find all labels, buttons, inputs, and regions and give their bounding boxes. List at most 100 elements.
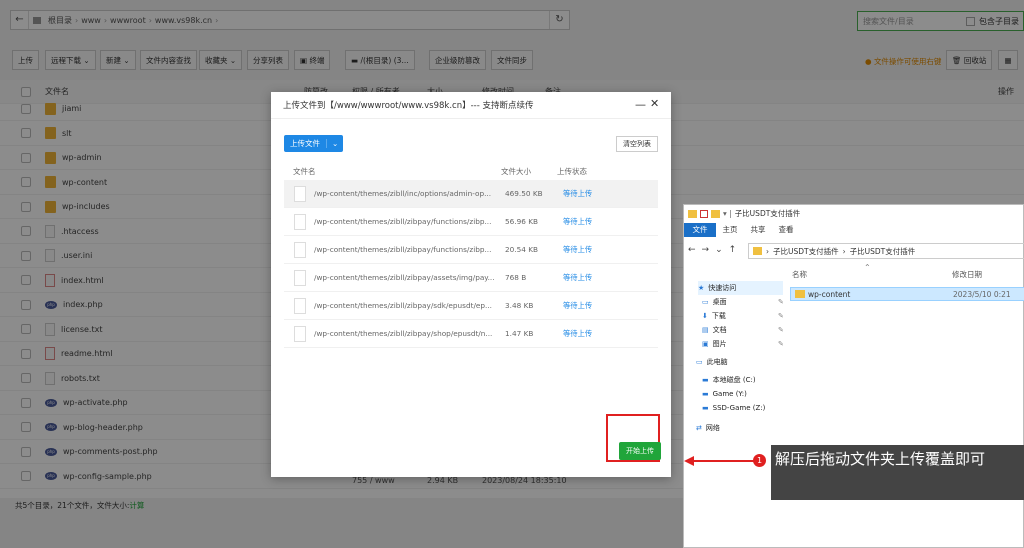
upload-row: /wp-content/themes/zibll/zibpay/function… xyxy=(284,208,658,236)
dialog-title: 上传文件到【/www/wwwroot/www.vs98k.cn】--- 支持断点… xyxy=(283,101,534,111)
tab-home[interactable]: 主页 xyxy=(716,223,744,237)
file-icon xyxy=(294,213,306,230)
upload-path: /wp-content/themes/zibll/zibpay/sdk/epus… xyxy=(314,301,492,310)
col-file-size: 文件大小 xyxy=(501,167,531,176)
nav-label: 下载 xyxy=(711,312,726,320)
download-icon: ⬇ xyxy=(702,312,708,320)
explorer-titlebar: ▾ | 子比USDT支付插件 xyxy=(688,208,800,219)
nav-item[interactable]: ★ 快速访问 xyxy=(698,281,783,295)
nav-item[interactable]: ▤ 文档 ✎ xyxy=(702,323,802,337)
col-explorer-name[interactable]: 名称 xyxy=(792,269,807,280)
upload-status: 等待上传 xyxy=(563,188,593,198)
upload-status: 等待上传 xyxy=(563,216,593,226)
pin-icon: ✎ xyxy=(778,340,784,348)
close-icon[interactable]: ✕ xyxy=(650,97,659,110)
pin-icon: ✎ xyxy=(778,326,784,334)
tab-file[interactable]: 文件 xyxy=(684,223,716,237)
step-badge: 1 xyxy=(753,454,766,467)
upload-row: /wp-content/themes/zibll/zibpay/function… xyxy=(284,236,658,264)
nav-label: 文档 xyxy=(712,326,727,334)
file-icon xyxy=(294,325,306,342)
upload-status: 等待上传 xyxy=(563,300,593,310)
nav-item[interactable]: ⬇ 下载 ✎ xyxy=(702,309,802,323)
nav-buttons: ← → ⌄ ↑ xyxy=(688,245,736,255)
upload-dialog: 上传文件到【/www/wwwroot/www.vs98k.cn】--- 支持断点… xyxy=(271,92,671,477)
chevron-down-icon[interactable]: ⌄ xyxy=(326,139,343,148)
nav-label: 网络 xyxy=(705,424,720,432)
pin-icon: ✎ xyxy=(778,298,784,306)
nav-item[interactable]: ▭ 此电脑 xyxy=(696,355,796,369)
pin-icon: ✎ xyxy=(778,312,784,320)
file-icon xyxy=(294,297,306,314)
upload-status: 等待上传 xyxy=(563,244,593,254)
col-file-name: 文件名 xyxy=(293,167,316,176)
col-explorer-date[interactable]: 修改日期 xyxy=(952,269,982,280)
crumb-plugin-inner[interactable]: 子比USDT支付插件 xyxy=(850,246,916,257)
ribbon-tabs: 文件 主页 共享 查看 xyxy=(684,223,1024,237)
up-arrow-icon[interactable]: ↑ xyxy=(729,245,737,255)
item-name: wp-content xyxy=(808,289,851,299)
upload-row: /wp-content/themes/zibll/zibpay/shop/epu… xyxy=(284,320,658,348)
nav-item[interactable]: ▬ Game (Y:) xyxy=(702,387,802,401)
upload-path: /wp-content/themes/zibll/zibpay/function… xyxy=(314,245,492,254)
recent-chevron-icon[interactable]: ⌄ xyxy=(715,245,723,255)
nav-item[interactable]: ⇄ 网络 xyxy=(696,421,796,435)
back-arrow-icon[interactable]: ← xyxy=(688,245,696,255)
document-icon: ▤ xyxy=(702,326,709,334)
computer-icon: ▭ xyxy=(696,358,703,366)
nav-label: 本地磁盘 (C:) xyxy=(712,376,756,384)
upload-size: 469.50 KB xyxy=(505,189,543,198)
nav-label: 快速访问 xyxy=(708,284,737,292)
navigation-pane: ★ 快速访问 ▭ 桌面 ✎ ⬇ 下载 ✎ ▤ 文档 ✎ ▣ 图片 ✎ ▭ 此电脑 ▬ 本地磁盘 (C:) ▬ Game… xyxy=(684,277,784,437)
upload-path: /wp-content/themes/zibll/zibpay/function… xyxy=(314,217,492,226)
file-icon xyxy=(294,241,306,258)
start-upload-button[interactable]: 开始上传 xyxy=(619,442,661,460)
explorer-address-bar[interactable]: › 子比USDT支付插件 › 子比USDT支付插件 xyxy=(748,243,1024,259)
sort-up-icon: ⌃ xyxy=(864,263,871,272)
nav-item[interactable]: ▬ 本地磁盘 (C:) xyxy=(702,373,802,387)
upload-row: /wp-content/themes/zibll/zibpay/sdk/epus… xyxy=(284,292,658,320)
picture-icon: ▣ xyxy=(702,340,709,348)
upload-path: /wp-content/themes/zibll/zibpay/shop/epu… xyxy=(314,329,493,338)
nav-label: Game (Y:) xyxy=(712,390,747,398)
minimize-icon[interactable]: — xyxy=(635,98,646,111)
star-icon: ★ xyxy=(698,284,705,292)
upload-status: 等待上传 xyxy=(563,272,593,282)
nav-label: SSD-Game (Z:) xyxy=(712,404,766,412)
nav-item[interactable]: ▣ 图片 ✎ xyxy=(702,337,802,351)
nav-label: 桌面 xyxy=(712,298,727,306)
upload-file-button[interactable]: 上传文件 ⌄ xyxy=(284,135,344,152)
tab-share[interactable]: 共享 xyxy=(744,223,772,237)
forward-arrow-icon[interactable]: → xyxy=(702,245,710,255)
network-icon: ⇄ xyxy=(696,424,702,432)
nav-item[interactable]: ▬ SSD-Game (Z:) xyxy=(702,401,802,415)
drive-icon: ▬ xyxy=(702,390,709,398)
list-item[interactable]: wp-content 2023/5/10 0:21 xyxy=(790,287,1024,301)
instruction-tooltip: 解压后拖动文件夹上传覆盖即可 xyxy=(771,445,1024,500)
file-icon xyxy=(294,185,306,202)
upload-row: /wp-content/themes/zibll/inc/options/adm… xyxy=(284,180,658,208)
crumb-plugin[interactable]: 子比USDT支付插件 xyxy=(773,246,839,257)
upload-size: 56.96 KB xyxy=(505,217,538,226)
item-date: 2023/5/10 0:21 xyxy=(953,289,1011,299)
upload-path: /wp-content/themes/zibll/zibpay/assets/i… xyxy=(314,273,495,282)
file-icon xyxy=(294,269,306,286)
col-upload-status: 上传状态 xyxy=(557,167,587,176)
upload-size: 3.48 KB xyxy=(505,301,534,310)
upload-size: 768 B xyxy=(505,273,527,282)
upload-row: /wp-content/themes/zibll/zibpay/assets/i… xyxy=(284,264,658,292)
tab-view[interactable]: 查看 xyxy=(772,223,800,237)
upload-path: /wp-content/themes/zibll/inc/options/adm… xyxy=(314,189,492,198)
drive-icon: ▬ xyxy=(702,404,709,412)
desktop-icon: ▭ xyxy=(702,298,709,306)
nav-label: 此电脑 xyxy=(706,358,728,366)
new-folder-icon[interactable] xyxy=(711,209,720,218)
clear-list-button[interactable]: 清空列表 xyxy=(616,136,658,152)
nav-label: 图片 xyxy=(712,340,727,348)
nav-item[interactable]: ▭ 桌面 ✎ xyxy=(702,295,802,309)
upload-status: 等待上传 xyxy=(563,328,593,338)
upload-size: 1.47 KB xyxy=(505,329,534,338)
upload-size: 20.54 KB xyxy=(505,245,538,254)
properties-icon[interactable] xyxy=(700,209,708,218)
window-title: 子比USDT支付插件 xyxy=(734,209,801,218)
